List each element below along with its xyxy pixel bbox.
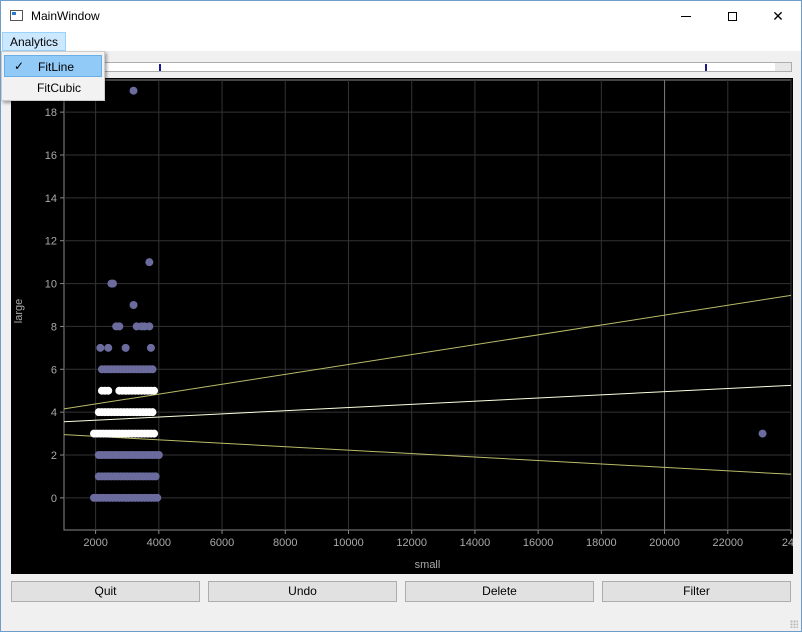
checkmark-icon: ✓ [13,59,25,73]
data-point [154,451,163,459]
data-point [121,343,130,352]
data-point [153,493,162,502]
data-point [104,343,113,352]
maximize-button[interactable] [709,1,755,31]
lower-confidence-line [63,434,792,475]
analytics-dropdown-menu: ✓ FitLine FitCubic [1,51,105,101]
main-window: MainWindow ✕ Analytics 2000 4000 6000 8000 1… [0,0,802,632]
delete-button[interactable]: Delete [405,581,594,602]
data-point [145,258,154,267]
data-point [108,279,117,288]
filter-button[interactable]: Filter [602,581,791,602]
menu-item-fitcubic[interactable]: FitCubic [4,77,102,99]
y-tick-label: 14 [45,193,57,205]
menu-item-label: FitCubic [37,81,82,95]
minimize-button[interactable] [663,1,709,31]
resize-grip-icon[interactable] [790,620,798,628]
x-tick-label: 4000 [147,537,171,549]
x-tick-label: 2000 [83,537,107,549]
scrollbar-end [775,63,791,71]
title-bar[interactable]: MainWindow ✕ [1,1,801,31]
data-point [115,322,124,331]
x-tick-label: 14000 [460,537,491,549]
x-axis-label: small [415,559,441,571]
minimize-icon [681,15,691,17]
y-tick-label: 6 [51,364,57,376]
data-point [96,343,105,352]
y-tick-label: 16 [45,150,57,162]
x-tick-label: 12000 [396,537,427,549]
x-tick-label: 8000 [273,537,297,549]
data-point [151,472,160,481]
upper-confidence-line [63,294,792,410]
close-icon: ✕ [772,7,784,24]
x-tick-label: 10000 [333,537,364,549]
menu-analytics[interactable]: Analytics [2,32,67,51]
undo-button[interactable]: Undo [208,581,397,602]
x-tick-label: 6000 [210,537,234,549]
y-tick-label: 2 [51,450,57,462]
maximize-icon [727,11,737,21]
y-tick-label: 12 [45,236,57,248]
y-tick-label: 8 [51,321,57,333]
quit-button[interactable]: Quit [11,581,200,602]
menu-bar: Analytics [1,31,801,51]
scrollbar-marker[interactable] [159,64,161,71]
y-tick-label: 10 [45,279,57,291]
data-point [145,322,154,331]
data-point [148,365,157,374]
scrollbar-marker[interactable] [705,64,707,71]
window-title: MainWindow [31,9,100,23]
fit-line [63,384,792,423]
selected-data-point [148,408,157,417]
chart-svg[interactable]: 2000 4000 6000 8000 10000 12000 14000 16000 1800… [11,78,793,574]
data-point [146,343,155,352]
menu-item-fitline[interactable]: ✓ FitLine [4,55,102,77]
x-tick-label: 16000 [523,537,554,549]
menu-item-label: FitLine [38,60,75,74]
x-tick-label: 20000 [649,537,680,549]
data-point [129,86,138,95]
x-tick-label: 240 [782,537,793,549]
close-button[interactable]: ✕ [755,1,801,31]
y-tick-label: 18 [45,107,57,119]
x-tick-label: 18000 [586,537,617,549]
selected-data-point [104,386,113,395]
app-window-icon [10,10,23,21]
data-point [758,429,767,438]
y-axis-label: large [13,299,25,323]
selected-data-point [150,386,159,395]
plot-frame [63,79,792,531]
y-tick-label: 0 [51,493,57,505]
x-tick-label: 22000 [712,537,743,549]
data-point [129,301,138,309]
selected-data-point [150,429,159,438]
scatter-chart[interactable]: 2000 4000 6000 8000 10000 12000 14000 16000 1800… [11,78,793,574]
y-tick-label: 4 [51,407,57,419]
range-scrollbar[interactable] [99,62,792,72]
